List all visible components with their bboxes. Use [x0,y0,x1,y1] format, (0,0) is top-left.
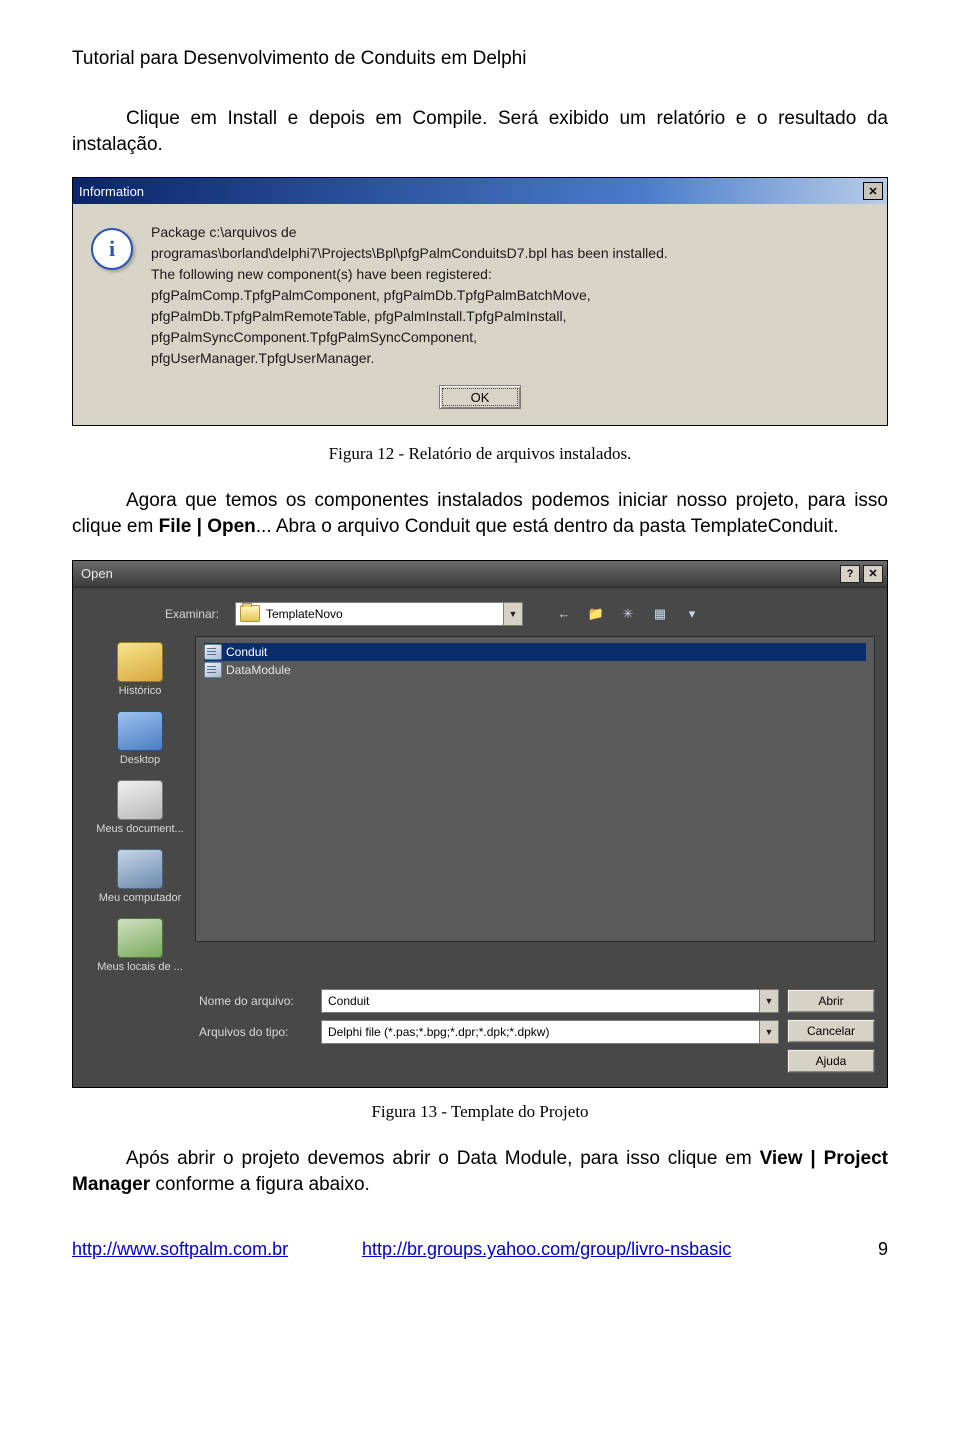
close-icon[interactable]: ✕ [863,565,883,583]
footer-link-1[interactable]: http://www.softpalm.com.br [72,1239,288,1259]
dialog-titlebar: Information ✕ [73,178,887,204]
places-bar: Histórico Desktop Meus document... Meu c… [85,636,195,979]
file-list[interactable]: Conduit DataModule [195,636,875,942]
lookin-combo[interactable]: TemplateNovo ▼ [235,602,523,626]
dialog-title: Information [79,184,863,199]
views-dropdown-icon[interactable]: ▾ [681,603,703,625]
open-dialog-lookin-row: Examinar: TemplateNovo ▼ ← 📁 ✳ ▦ ▾ [73,588,887,636]
open-dialog: Open ? ✕ Examinar: TemplateNovo ▼ ← 📁 ✳ … [72,560,888,1088]
open-form: Nome do arquivo: ▼ Arquivos do tipo: ▼ [199,989,779,1073]
paragraph-view: Após abrir o projeto devemos abrir o Dat… [72,1146,888,1197]
computer-icon [117,849,163,889]
filetype-label: Arquivos do tipo: [199,1025,315,1039]
place-label: Histórico [119,685,162,697]
chevron-down-icon[interactable]: ▼ [759,1021,778,1043]
footer-link-2[interactable]: http://br.groups.yahoo.com/group/livro-n… [362,1239,731,1259]
place-documents[interactable]: Meus document... [87,780,193,835]
folder-icon [240,605,260,622]
page-number: 9 [858,1239,888,1260]
place-label: Meus document... [96,823,183,835]
information-dialog: Information ✕ i Package c:\arquivos de p… [72,177,888,426]
new-folder-icon[interactable]: ✳ [617,603,639,625]
network-icon [117,918,163,958]
cancel-button[interactable]: Cancelar [787,1019,875,1043]
figure-caption-13: Figura 13 - Template do Projeto [72,1102,888,1122]
documents-icon [117,780,163,820]
place-computer[interactable]: Meu computador [87,849,193,904]
place-label: Desktop [120,754,160,766]
views-icon[interactable]: ▦ [649,603,671,625]
history-folder-icon [117,642,163,682]
place-desktop[interactable]: Desktop [87,711,193,766]
help-icon[interactable]: ? [840,565,860,583]
dialog-icon-cell: i [91,222,151,369]
lookin-value: TemplateNovo [264,607,503,621]
close-icon[interactable]: ✕ [863,182,883,200]
open-toolbar: ← 📁 ✳ ▦ ▾ [553,603,703,625]
open-button[interactable]: Abrir [787,989,875,1013]
place-label: Meus locais de ... [97,961,183,973]
info-icon: i [91,228,133,270]
filetype-combo[interactable]: ▼ [321,1020,779,1044]
place-label: Meu computador [99,892,182,904]
filename-input[interactable]: ▼ [321,989,779,1013]
ok-button[interactable]: OK [439,385,521,409]
file-name: Conduit [226,645,267,659]
place-network[interactable]: Meus locais de ... [87,918,193,973]
figure-caption-12: Figura 12 - Relatório de arquivos instal… [72,444,888,464]
open-dialog-titlebar: Open ? ✕ [73,561,887,588]
chevron-down-icon[interactable]: ▼ [503,603,522,625]
lookin-label: Examinar: [85,607,227,621]
dialog-message: Package c:\arquivos de programas\borland… [151,222,869,369]
place-history[interactable]: Histórico [87,642,193,697]
delphi-unit-icon [204,644,222,660]
list-item[interactable]: Conduit [204,643,866,661]
page-footer: http://www.softpalm.com.br http://br.gro… [72,1239,888,1260]
filename-field[interactable] [322,990,759,1012]
open-dialog-title: Open [81,566,840,581]
delphi-unit-icon [204,662,222,678]
list-item[interactable]: DataModule [204,661,866,679]
paragraph-intro: Clique em Install e depois em Compile. S… [72,106,888,157]
page-header: Tutorial para Desenvolvimento de Conduit… [72,48,888,70]
file-name: DataModule [226,663,291,677]
filename-label: Nome do arquivo: [199,994,315,1008]
filetype-field[interactable] [322,1021,759,1043]
desktop-icon [117,711,163,751]
up-folder-icon[interactable]: 📁 [585,603,607,625]
chevron-down-icon[interactable]: ▼ [759,990,778,1012]
paragraph-open: Agora que temos os componentes instalado… [72,488,888,539]
help-button[interactable]: Ajuda [787,1049,875,1073]
back-icon[interactable]: ← [553,603,575,625]
